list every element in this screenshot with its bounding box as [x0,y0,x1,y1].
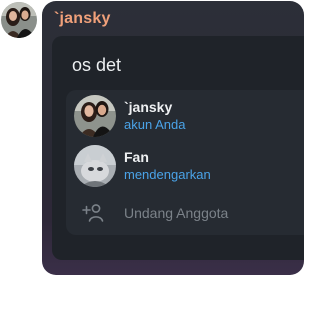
member-status: akun Anda [124,117,186,132]
member-status: mendengarkan [124,167,211,182]
invite-label: Undang Anggota [124,205,229,221]
member-name: Fan [124,149,149,165]
invite-member-button[interactable]: Undang Anggota [66,196,304,232]
member-avatar [74,95,116,137]
list-item[interactable]: `jansky akun Anda [66,92,304,140]
chat-message: `jansky os det `jansky akun Anda Fan men… [0,0,304,320]
group-title: os det [72,55,122,75]
member-name: `jansky [124,99,173,115]
member-list: `jansky akun Anda Fan mendengarkan Undan… [66,90,304,235]
sender-avatar[interactable] [1,2,37,38]
member-avatar [74,145,116,187]
list-item[interactable]: Fan mendengarkan [66,142,304,190]
sender-name[interactable]: `jansky [54,10,111,28]
group-card[interactable]: os det `jansky akun Anda Fan mendengarka… [52,36,304,260]
message-bubble[interactable]: `jansky os det `jansky akun Anda Fan men… [42,1,304,275]
add-person-icon [82,202,104,224]
